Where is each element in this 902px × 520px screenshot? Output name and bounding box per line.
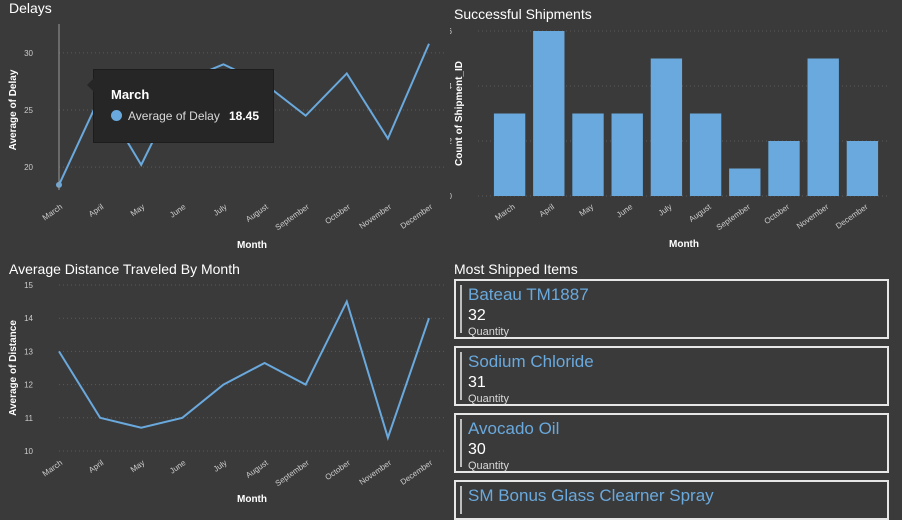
- distance-x-tick-label: April: [87, 458, 105, 475]
- shipments-bar: [847, 141, 878, 196]
- delays-x-tick-label: October: [323, 202, 352, 226]
- shipments-bar: [690, 114, 721, 197]
- delays-y-axis-label: Average of Delay: [8, 69, 19, 150]
- item-name: SM Bonus Glass Clearner Spray: [468, 486, 714, 506]
- shipments-x-tick-label: December: [834, 202, 870, 231]
- item-quantity: 32: [468, 307, 486, 325]
- delays-title: Delays: [9, 0, 52, 16]
- item-quantity-label: Quantity: [468, 460, 509, 472]
- shipments-bar: [533, 31, 564, 196]
- shipments-x-tick-label: May: [578, 202, 596, 218]
- tooltip-series-dot: [111, 110, 122, 121]
- shipments-x-tick-label: June: [615, 202, 635, 220]
- item-card[interactable]: SM Bonus Glass Clearner Spray: [454, 480, 889, 520]
- delays-x-tick-label: July: [212, 202, 229, 218]
- distance-y-tick-label: 13: [24, 347, 33, 356]
- distance-y-tick-label: 12: [24, 381, 33, 390]
- distance-x-tick-label: December: [399, 458, 435, 487]
- shipments-y-axis-label: Count of Shipment_ID: [454, 61, 465, 166]
- distance-x-tick-label: May: [129, 458, 147, 474]
- item-quantity: 31: [468, 374, 486, 392]
- shipments-x-tick-label: March: [493, 202, 516, 222]
- delays-x-tick-label: March: [41, 202, 64, 222]
- shipments-bar: [768, 141, 799, 196]
- delays-x-tick-label: June: [168, 202, 188, 220]
- shipments-bar: [651, 59, 682, 197]
- delays-x-tick-label: September: [274, 202, 311, 232]
- distance-x-tick-label: September: [274, 458, 311, 488]
- tooltip-label: Average of Delay: [128, 109, 220, 123]
- shipments-bar-chart[interactable]: 0 2 4 6 Count of Shipment_ID Month March April M…: [450, 18, 902, 256]
- item-name: Sodium Chloride: [468, 352, 594, 372]
- distance-x-tick-label: March: [41, 458, 64, 478]
- delays-x-tick-label: April: [87, 202, 105, 219]
- card-accent-bar: [460, 285, 462, 333]
- items-title: Most Shipped Items: [454, 261, 578, 277]
- delays-y-tick-label: 20: [24, 163, 33, 172]
- shipments-bar: [572, 114, 603, 197]
- delays-tooltip: March Average of Delay 18.45: [93, 69, 274, 143]
- delays-x-tick-label: November: [358, 202, 394, 231]
- distance-y-axis-label: Average of Distance: [8, 320, 19, 416]
- distance-x-tick-label: August: [244, 458, 270, 480]
- shipments-y-tick-label: 2: [450, 137, 453, 146]
- distance-title: Average Distance Traveled By Month: [9, 261, 240, 277]
- shipments-y-tick-label: 4: [450, 82, 453, 91]
- card-accent-bar: [460, 419, 462, 467]
- card-accent-bar: [460, 486, 462, 514]
- shipments-x-tick-label: November: [795, 202, 831, 231]
- distance-y-tick-label: 14: [24, 314, 33, 323]
- tooltip-notch: [87, 78, 94, 92]
- tooltip-month: March: [111, 87, 149, 102]
- shipments-bar: [729, 169, 760, 197]
- shipments-x-tick-label: April: [538, 202, 556, 219]
- delays-x-axis-label: Month: [237, 240, 267, 251]
- shipments-bar: [494, 114, 525, 197]
- shipments-bar: [612, 114, 643, 197]
- item-card[interactable]: Bateau TM1887 32 Quantity: [454, 279, 889, 339]
- card-accent-bar: [460, 352, 462, 400]
- item-name: Avocado Oil: [468, 419, 559, 439]
- shipments-x-axis-label: Month: [669, 239, 699, 250]
- distance-y-tick-label: 15: [24, 281, 33, 290]
- distance-y-tick-label: 10: [24, 447, 33, 456]
- shipments-y-tick-label: 6: [450, 27, 453, 36]
- distance-x-tick-label: June: [168, 458, 188, 476]
- distance-x-tick-label: October: [323, 458, 352, 482]
- shipments-x-tick-label: September: [715, 202, 752, 232]
- distance-x-tick-label: November: [358, 458, 394, 487]
- item-card[interactable]: Avocado Oil 30 Quantity: [454, 413, 889, 473]
- shipments-x-tick-label: October: [763, 202, 792, 226]
- shipments-y-tick-label: 0: [450, 192, 453, 201]
- item-quantity-label: Quantity: [468, 393, 509, 405]
- distance-line-chart[interactable]: 10 11 12 13 14 15 Average of Distance Month Marc…: [0, 276, 445, 509]
- shipments-x-tick-label: July: [657, 202, 674, 218]
- distance-x-tick-label: July: [212, 458, 229, 474]
- tooltip-value: 18.45: [229, 109, 259, 123]
- delays-y-tick-label: 30: [24, 49, 33, 58]
- delays-x-tick-label: December: [399, 202, 435, 231]
- distance-y-tick-label: 11: [25, 414, 34, 423]
- delays-y-tick-label: 25: [24, 106, 33, 115]
- item-quantity-label: Quantity: [468, 326, 509, 338]
- distance-x-axis-label: Month: [237, 494, 267, 505]
- delays-x-tick-label: May: [129, 202, 147, 218]
- item-quantity: 30: [468, 441, 486, 459]
- delays-x-tick-label: August: [244, 202, 270, 224]
- shipments-bar: [808, 59, 839, 197]
- item-card[interactable]: Sodium Chloride 31 Quantity: [454, 346, 889, 406]
- shipments-x-tick-label: August: [687, 202, 713, 224]
- item-name: Bateau TM1887: [468, 285, 589, 305]
